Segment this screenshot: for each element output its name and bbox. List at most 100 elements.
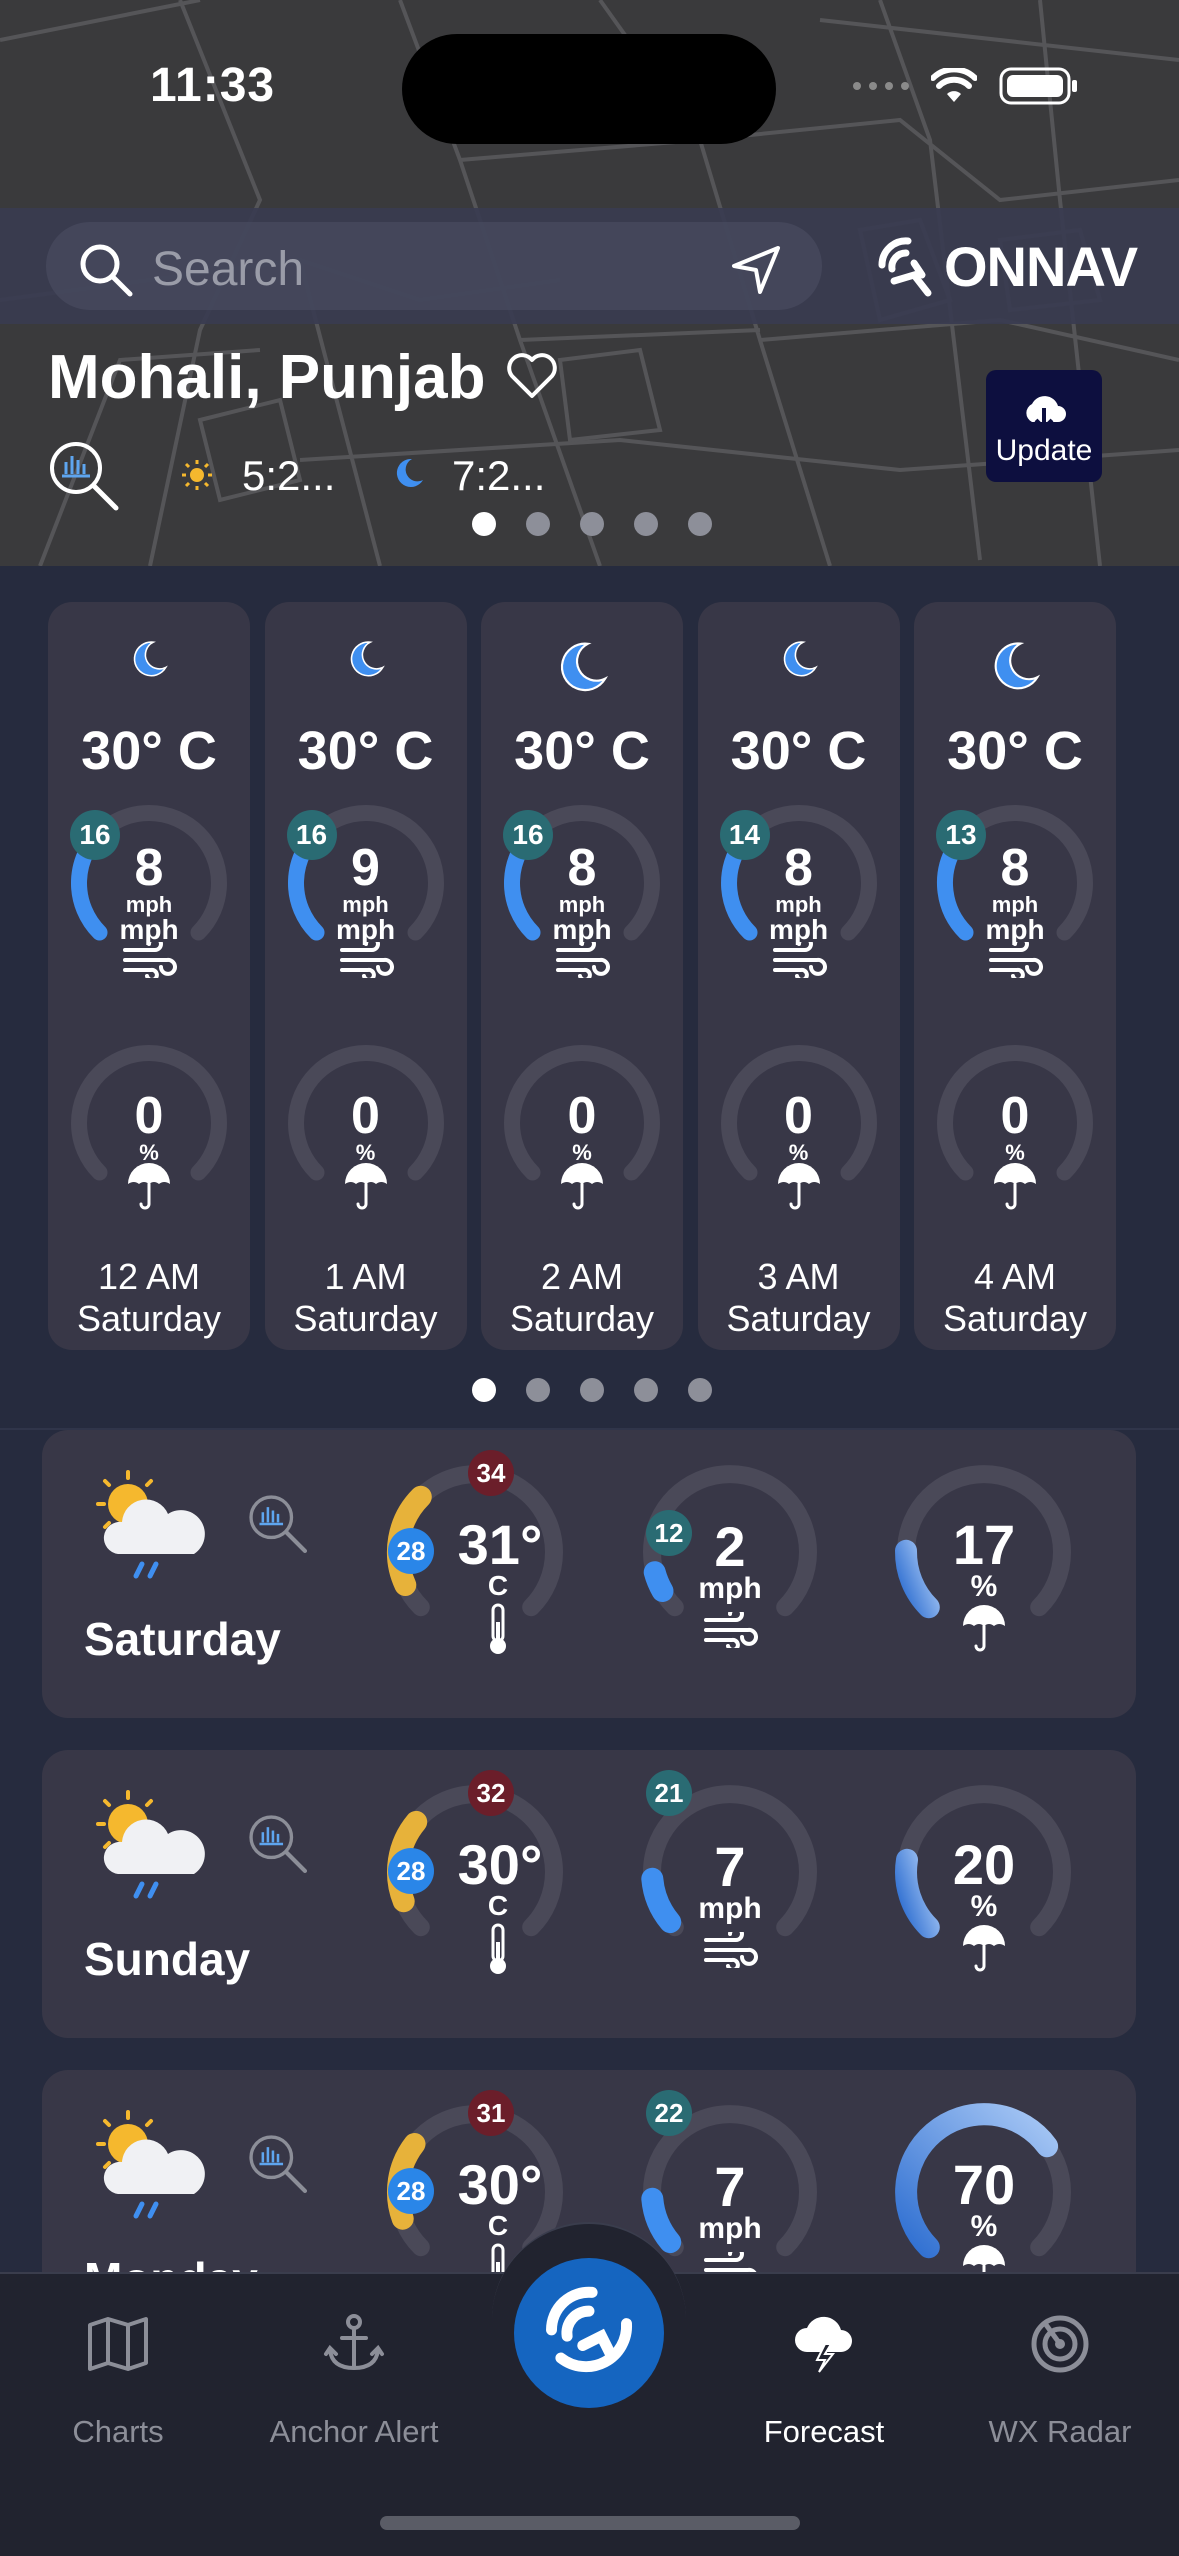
- signal-icon: [853, 82, 909, 90]
- umbrella-icon: [904, 1604, 1064, 1654]
- update-label: Update: [995, 434, 1093, 467]
- umbrella-icon: [481, 1162, 683, 1212]
- onnav-center-button[interactable]: [514, 2258, 664, 2408]
- daily-temp-unit: C: [487, 1570, 509, 1601]
- umbrella-icon: [698, 1162, 900, 1212]
- search-input[interactable]: Search: [46, 222, 822, 310]
- history-search-icon[interactable]: [246, 2132, 310, 2196]
- history-search-icon[interactable]: [46, 438, 122, 514]
- hourly-time: 3 AM: [757, 1256, 840, 1297]
- location-arrow-icon[interactable]: [728, 242, 784, 298]
- sunrise-icon: [182, 460, 212, 490]
- temp-high-badge: 32: [468, 1770, 514, 1816]
- onnav-logo-icon: [546, 2286, 632, 2373]
- moon-icon: [698, 638, 900, 680]
- hourly-temp: 30° C: [297, 721, 434, 781]
- pager-dot[interactable]: [634, 1378, 658, 1402]
- hourly-time: 12 AM: [97, 1256, 201, 1297]
- tab-wx-radar-label: WX Radar: [988, 2414, 1132, 2449]
- precip-value: 0: [1000, 1087, 1030, 1145]
- hourly-day: Saturday: [726, 1298, 871, 1339]
- moon-icon: [48, 638, 250, 680]
- hourly-card[interactable]: 30° C 14 8 mph mph 0 % 3 AM Saturday: [697, 602, 900, 1350]
- pager-dot[interactable]: [688, 1378, 712, 1402]
- sunrise-time: 5:2...: [242, 452, 336, 499]
- pager-dots-top[interactable]: [472, 512, 712, 536]
- cloud-download-icon: [1026, 396, 1066, 431]
- pager-dot[interactable]: [526, 512, 550, 536]
- wind-icon: [481, 942, 683, 978]
- pager-dot[interactable]: [688, 512, 712, 536]
- wind-speed: 8: [567, 839, 597, 897]
- hourly-card[interactable]: 30° C 16 8 mph mph 0 % 2 AM Saturday: [481, 602, 683, 1350]
- daily-card[interactable]: Sunday 32 28 30° C 21 7 mph 20 %: [42, 1750, 1136, 2038]
- hourly-day: Saturday: [942, 1298, 1088, 1339]
- tab-forecast-label: Forecast: [763, 2414, 885, 2449]
- sunset-time: 7:2...: [452, 452, 546, 499]
- daily-temp: 31°: [457, 1513, 543, 1576]
- wind-icon: [650, 1612, 810, 1648]
- hourly-card[interactable]: 30° C 16 9 mph mph 0 % 1 AM Saturday: [264, 602, 467, 1350]
- umbrella-icon: [265, 1162, 467, 1212]
- app-root: 11:33 Search ONNAV Mohali, Punjab 5:2...…: [0, 0, 1179, 2556]
- pager-dots-hourly[interactable]: [472, 1378, 712, 1402]
- daily-precip: 70: [952, 2153, 1016, 2216]
- daily-wind-unit: mph: [698, 1572, 762, 1605]
- temp-high-badge: 34: [468, 1450, 514, 1496]
- hourly-card[interactable]: 30° C 16 8 mph mph 0 % 12 AM Saturday: [48, 602, 250, 1350]
- history-search-icon[interactable]: [246, 1812, 310, 1876]
- temp-high-badge: 31: [468, 2090, 514, 2136]
- daily-temp: 30°: [457, 2153, 543, 2216]
- tab-anchor-alert[interactable]: Anchor Alert: [236, 2304, 472, 2450]
- update-button[interactable]: Update: [986, 370, 1102, 482]
- precip-value: 0: [567, 1087, 597, 1145]
- daily-wind-unit: mph: [698, 2212, 762, 2245]
- moon-icon: [914, 638, 1116, 694]
- partly-cloudy-rain-icon: [96, 2110, 205, 2219]
- home-indicator: [380, 2516, 800, 2530]
- tab-forecast[interactable]: Forecast: [706, 2304, 942, 2450]
- hourly-temp: 30° C: [81, 721, 217, 781]
- search-icon: [80, 244, 133, 297]
- onnav-logo-icon: [878, 236, 932, 296]
- daily-wind: 7: [714, 2155, 746, 2218]
- partly-cloudy-rain-icon: [96, 1470, 205, 1579]
- gust-badge: 21: [646, 1770, 692, 1816]
- status-time: 11:33: [150, 59, 276, 112]
- pager-dot[interactable]: [634, 512, 658, 536]
- battery-icon: [999, 67, 1077, 105]
- pager-dot[interactable]: [472, 512, 496, 536]
- daily-precip: 20: [952, 1833, 1016, 1896]
- thermometer-icon: [418, 1602, 578, 1656]
- wind-speed: 8: [784, 839, 813, 897]
- daily-precip-unit: %: [970, 1570, 998, 1603]
- umbrella-icon: [914, 1162, 1116, 1212]
- pager-dot[interactable]: [580, 1378, 604, 1402]
- hourly-day: Saturday: [76, 1298, 222, 1339]
- pager-dot[interactable]: [472, 1378, 496, 1402]
- daily-day-name: Saturday: [84, 1613, 281, 1665]
- tab-charts[interactable]: Charts: [0, 2304, 236, 2450]
- favorite-heart-icon[interactable]: [506, 352, 558, 400]
- tab-wx-radar[interactable]: WX Radar: [942, 2304, 1178, 2450]
- location-title: Mohali, Punjab: [48, 343, 486, 412]
- brand-logo: ONNAV: [874, 234, 1138, 299]
- pager-dot[interactable]: [580, 512, 604, 536]
- hourly-temp: 30° C: [514, 721, 650, 781]
- daily-precip-unit: %: [970, 1890, 998, 1923]
- hourly-card[interactable]: 30° C 13 8 mph mph 0 % 4 AM Saturday: [914, 602, 1116, 1350]
- history-search-icon[interactable]: [246, 1492, 310, 1556]
- partly-cloudy-rain-icon: [96, 1790, 205, 1899]
- moon-icon: [481, 638, 683, 696]
- dynamic-island: [402, 34, 776, 144]
- daily-temp-unit: C: [487, 1890, 509, 1921]
- pager-dot[interactable]: [526, 1378, 550, 1402]
- daily-day-name: Sunday: [84, 1933, 251, 1985]
- hourly-day: Saturday: [509, 1298, 655, 1339]
- daily-card[interactable]: Saturday 34 28 31° C 12 2 mph 17 %: [42, 1430, 1136, 1718]
- hourly-temp: 30° C: [947, 721, 1083, 781]
- wind-speed: 8: [134, 839, 164, 897]
- precip-value: 0: [784, 1087, 813, 1145]
- daily-wind: 7: [714, 1835, 746, 1898]
- umbrella-icon: [48, 1162, 250, 1212]
